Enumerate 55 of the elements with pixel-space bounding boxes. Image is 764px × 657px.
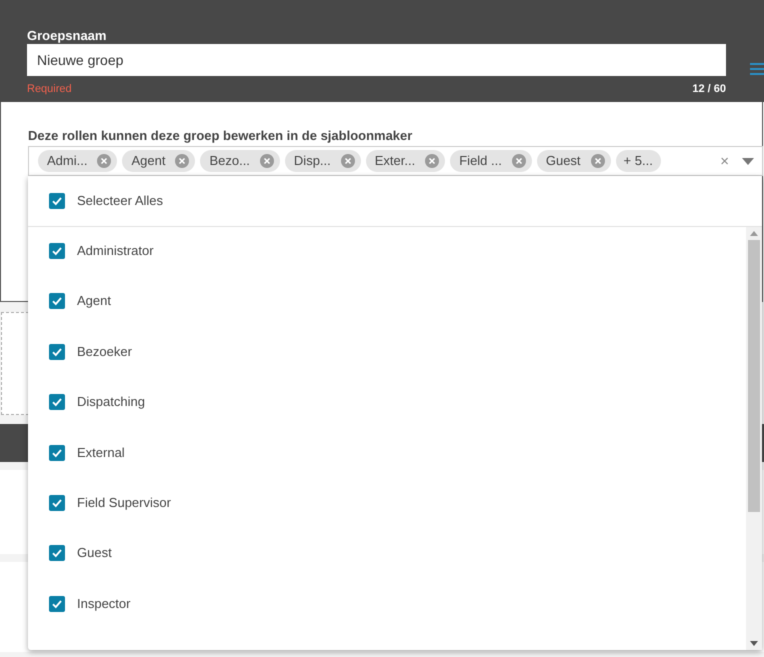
role-chip[interactable]: Guest	[536, 150, 611, 172]
role-chip[interactable]: Disp...	[284, 150, 361, 172]
option-label[interactable]: External	[77, 444, 125, 461]
remove-icon[interactable]	[425, 154, 440, 168]
checkmark-icon	[51, 195, 63, 207]
field-label: Groepsnaam	[27, 28, 108, 44]
role-chip[interactable]: Exter...	[366, 150, 446, 172]
checkbox[interactable]	[49, 444, 65, 461]
option-label[interactable]: Administrator	[77, 243, 154, 259]
remove-icon[interactable]	[260, 154, 274, 168]
option-label[interactable]: Agent	[77, 293, 111, 310]
checkbox[interactable]	[49, 243, 65, 259]
checkbox[interactable]	[49, 394, 65, 410]
checkbox[interactable]	[49, 596, 65, 612]
checkmark-icon	[51, 547, 63, 560]
checkbox[interactable]	[49, 344, 65, 360]
option-label[interactable]: Inspector	[77, 596, 130, 612]
remove-icon[interactable]	[590, 154, 605, 168]
checkmark-icon	[51, 598, 63, 610]
error-text: Required	[27, 82, 72, 97]
checkmark-icon	[51, 295, 63, 308]
checkmark-icon	[51, 346, 63, 358]
checkbox[interactable]	[49, 293, 65, 310]
option-label[interactable]: Dispatching	[77, 394, 145, 410]
role-chip[interactable]: Admi...	[38, 150, 118, 172]
checkbox[interactable]	[49, 494, 65, 511]
option-label[interactable]: Selecteer Alles	[77, 191, 163, 211]
role-chip[interactable]: Agent	[122, 150, 196, 172]
remove-icon[interactable]	[175, 154, 190, 168]
dropdown-arrow-icon[interactable]	[742, 158, 754, 164]
menu-icon[interactable]	[750, 63, 764, 75]
checkmark-icon	[51, 496, 63, 509]
checkbox[interactable]	[49, 193, 65, 209]
input-field[interactable]: Nieuwe groep	[27, 44, 726, 76]
field-label: Deze rollen kunnen deze groep bewerken in de sjabloonmaker	[28, 128, 414, 144]
clear-button[interactable]: ×	[720, 154, 729, 168]
checkbox[interactable]	[49, 545, 65, 562]
scrollbar[interactable]	[746, 227, 762, 650]
remove-icon[interactable]	[97, 154, 112, 168]
option-label[interactable]: Bezoeker	[77, 344, 132, 360]
multiselect-field[interactable]: Admi... Agent Bezo... Disp... Exter... Field ... Guest + 5... ×	[28, 146, 763, 176]
more-chip[interactable]: + 5...	[616, 150, 661, 172]
role-chip[interactable]: Field ...	[450, 150, 532, 172]
character-counter: 12 / 60	[692, 82, 726, 97]
role-chip[interactable]: Bezo...	[200, 150, 280, 172]
checkmark-icon	[51, 245, 63, 257]
scroll-down-icon[interactable]	[750, 641, 758, 646]
scrollbar-thumb[interactable]	[748, 240, 760, 512]
remove-icon[interactable]	[512, 154, 526, 168]
checkmark-icon	[51, 396, 63, 408]
scroll-up-icon[interactable]	[750, 231, 758, 236]
remove-icon[interactable]	[340, 154, 355, 168]
checkmark-icon	[51, 446, 63, 459]
option-label[interactable]: Guest	[77, 545, 112, 562]
option-label[interactable]: Field Supervisor	[77, 494, 171, 511]
